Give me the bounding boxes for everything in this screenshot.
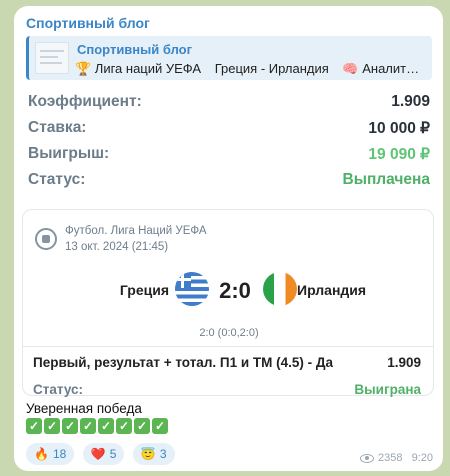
- win-value: 19 090 ₽: [368, 146, 430, 163]
- bet-description: Первый, результат + тотал. П1 и ТМ (4.5)…: [33, 355, 334, 370]
- preview-item: Греция - Ирландия: [214, 61, 329, 76]
- preview-thumbnail: [35, 42, 69, 74]
- status-value: Выплачена: [342, 171, 430, 188]
- reaction-angel[interactable]: 😇 3: [132, 443, 175, 465]
- match-score: 2:0: [219, 278, 251, 303]
- reaction-fire[interactable]: 🔥 18: [26, 443, 75, 465]
- view-count: 2358: [378, 452, 403, 464]
- check-mark-icon: ✓: [152, 418, 168, 434]
- bet-odds: 1.909: [387, 355, 421, 370]
- check-mark-icon: ✓: [134, 418, 150, 434]
- status-row: Статус: Выплачена: [28, 171, 430, 197]
- reaction-count: 3: [159, 447, 167, 461]
- league-name: Футбол. Лига Наций УЕФА: [65, 225, 207, 237]
- bet-summary: Коэффициент: 1.909 Ставка: 10 000 ₽ Выиг…: [28, 93, 430, 197]
- team-away: Ирландия: [297, 282, 367, 298]
- bet-status-value: Выиграна: [354, 382, 421, 397]
- reaction-count: 18: [52, 447, 67, 461]
- win-label: Выигрыш:: [28, 145, 110, 162]
- bet-status-label: Статус:: [33, 382, 83, 397]
- message-meta: 2358 9:20: [360, 452, 433, 464]
- message-bubble: Спортивный блог Спортивный блог 🏆 Лига н…: [14, 6, 443, 471]
- halftime-score: 2:0 (0:0,2:0): [199, 327, 259, 339]
- match-card: Футбол. Лига Наций УЕФА 13 окт. 2024 (21…: [22, 209, 434, 397]
- team-home: Греция: [119, 282, 169, 298]
- eye-icon: [360, 453, 375, 463]
- divider: [23, 346, 433, 347]
- stake-value: 10 000 ₽: [368, 120, 430, 137]
- link-preview[interactable]: Спортивный блог 🏆 Лига наций УЕФА Греция…: [26, 36, 432, 80]
- reactions: 🔥 18 ❤️ 5 😇 3: [26, 443, 179, 465]
- match-date: 13 окт. 2024 (21:45): [65, 241, 169, 253]
- check-mark-icon: ✓: [44, 418, 60, 434]
- reaction-count: 5: [109, 447, 117, 461]
- heart-icon: ❤️: [90, 447, 106, 461]
- reaction-heart[interactable]: ❤️ 5: [82, 443, 125, 465]
- fire-icon: 🔥: [34, 447, 49, 461]
- channel-name[interactable]: Спортивный блог: [26, 15, 150, 31]
- ireland-flag-icon: [263, 272, 297, 306]
- check-emoji-row: ✓ ✓ ✓ ✓ ✓ ✓ ✓ ✓: [26, 418, 170, 438]
- message-time: 9:20: [411, 452, 433, 464]
- preview-item: 🧠 Аналит…: [342, 61, 420, 76]
- check-mark-icon: ✓: [62, 418, 78, 434]
- check-mark-icon: ✓: [26, 418, 42, 434]
- football-icon: [35, 228, 57, 250]
- greece-flag-icon: [175, 272, 209, 306]
- check-mark-icon: ✓: [80, 418, 96, 434]
- status-label: Статус:: [28, 171, 86, 188]
- odds-value: 1.909: [391, 93, 430, 110]
- preview-description: 🏆 Лига наций УЕФА Греция - Ирландия 🧠 Ан…: [75, 61, 429, 77]
- preview-title: Спортивный блог: [77, 42, 193, 57]
- stake-row: Ставка: 10 000 ₽: [28, 119, 430, 145]
- odds-label: Коэффициент:: [28, 93, 142, 110]
- message-caption: Уверенная победа: [26, 401, 142, 416]
- angel-face-icon: 😇: [140, 447, 156, 461]
- stake-label: Ставка:: [28, 119, 87, 136]
- odds-row: Коэффициент: 1.909: [28, 93, 430, 119]
- win-row: Выигрыш: 19 090 ₽: [28, 145, 430, 171]
- preview-item: 🏆 Лига наций УЕФА: [75, 61, 202, 76]
- check-mark-icon: ✓: [98, 418, 114, 434]
- check-mark-icon: ✓: [116, 418, 132, 434]
